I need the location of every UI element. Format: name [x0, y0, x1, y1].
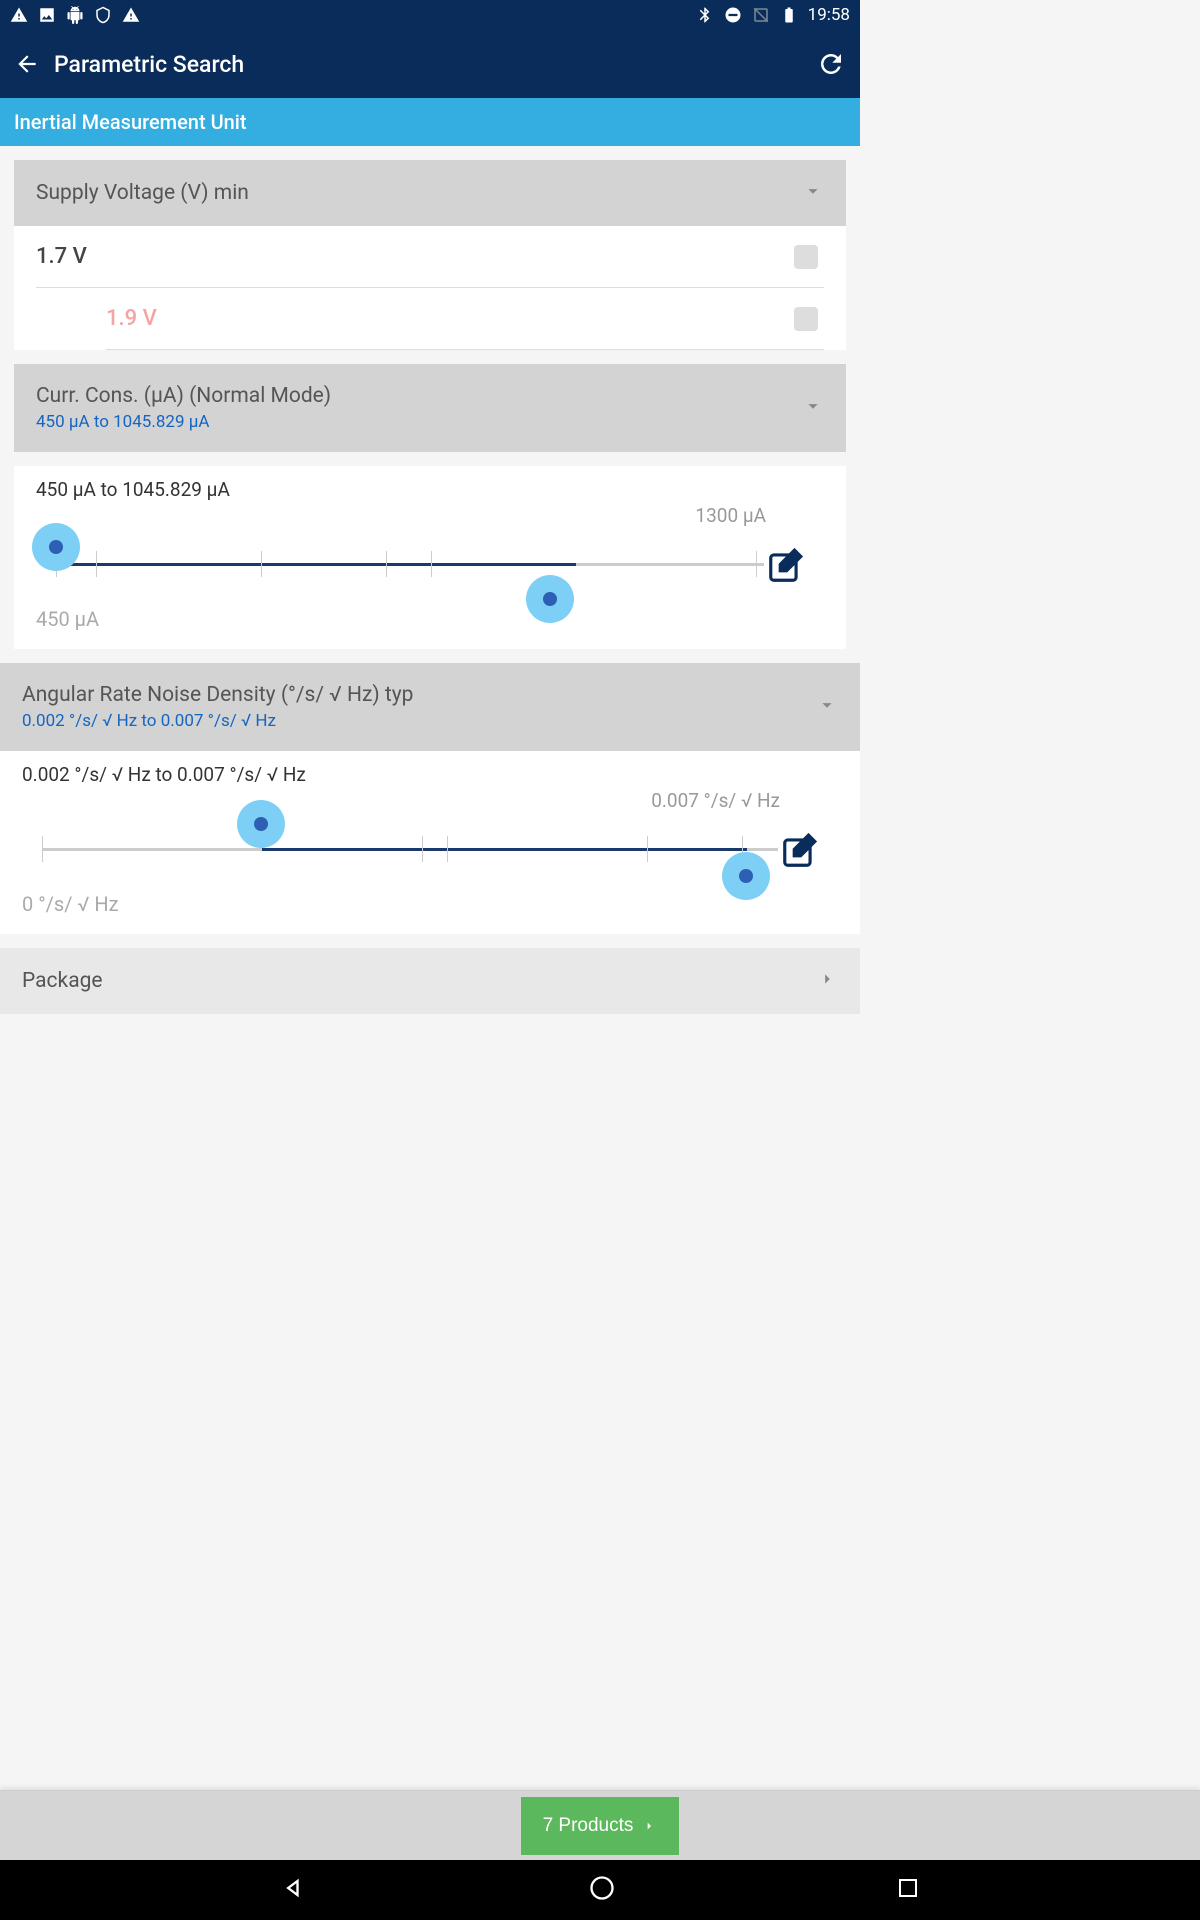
warning-icon [122, 6, 140, 24]
slider-thumb-min[interactable] [32, 523, 80, 571]
checkbox[interactable] [794, 307, 818, 331]
package-header[interactable]: Package [0, 948, 860, 1014]
android-icon [66, 6, 84, 24]
products-label: 7 Products [543, 1815, 634, 1837]
nav-recent-icon[interactable] [896, 1876, 920, 1904]
warning-icon [10, 6, 28, 24]
angular-rate-slider[interactable] [22, 816, 838, 886]
chevron-down-icon [816, 694, 838, 720]
supply-voltage-title: Supply Voltage (V) min [36, 181, 249, 205]
status-time: 19:58 [808, 5, 850, 25]
chevron-down-icon [802, 395, 824, 421]
curr-cons-slider[interactable] [36, 531, 824, 601]
slider-thumb-max[interactable] [722, 852, 770, 900]
shield-icon [94, 6, 112, 24]
nav-back-icon[interactable] [280, 1874, 308, 1906]
nav-bar [0, 1860, 1200, 1920]
chevron-right-icon [816, 968, 838, 994]
back-button[interactable] [14, 51, 40, 77]
curr-cons-min-label: 450 µA [36, 607, 824, 631]
angular-rate-title: Angular Rate Noise Density (°/s/ √ Hz) t… [22, 683, 413, 707]
package-title: Package [22, 969, 103, 993]
image-icon [38, 6, 56, 24]
angular-rate-header[interactable]: Angular Rate Noise Density (°/s/ √ Hz) t… [0, 663, 860, 751]
curr-cons-header[interactable]: Curr. Cons. (µA) (Normal Mode) 450 µA to… [14, 364, 846, 452]
curr-cons-subtitle: 450 µA to 1045.829 µA [36, 412, 331, 432]
checkbox[interactable] [794, 245, 818, 269]
refresh-button[interactable] [816, 49, 846, 79]
curr-cons-max-label: 1300 µA [695, 504, 766, 527]
slider-thumb-min[interactable] [237, 800, 285, 848]
bluetooth-icon [696, 6, 714, 24]
edit-button[interactable] [766, 547, 804, 585]
nav-home-icon[interactable] [588, 1874, 616, 1906]
dnd-icon [724, 6, 742, 24]
supply-voltage-header[interactable]: Supply Voltage (V) min [14, 160, 846, 226]
angular-rate-range-label: 0.002 °/s/ √ Hz to 0.007 °/s/ √ Hz [22, 763, 838, 786]
battery-icon [780, 6, 798, 24]
voltage-label-2: 1.9 V [106, 306, 157, 331]
curr-cons-range-label: 450 µA to 1045.829 µA [36, 478, 824, 501]
chevron-down-icon [802, 180, 824, 206]
app-title: Parametric Search [54, 51, 816, 78]
curr-cons-title: Curr. Cons. (µA) (Normal Mode) [36, 384, 331, 408]
voltage-option-1[interactable]: 1.7 V [36, 226, 824, 288]
edit-button[interactable] [780, 832, 818, 870]
slider-thumb-max[interactable] [526, 575, 574, 623]
category-title: Inertial Measurement Unit [0, 98, 860, 146]
voltage-label-1: 1.7 V [36, 244, 87, 269]
voltage-option-2[interactable]: 1.9 V [106, 288, 824, 350]
angular-rate-max-label: 0.007 °/s/ √ Hz [651, 789, 780, 812]
angular-rate-min-label: 0 °/s/ √ Hz [22, 892, 838, 916]
status-bar: 19:58 [0, 0, 860, 30]
no-sim-icon [752, 6, 770, 24]
app-bar: Parametric Search [0, 30, 860, 98]
angular-rate-subtitle: 0.002 °/s/ √ Hz to 0.007 °/s/ √ Hz [22, 711, 413, 731]
bottom-bar: 7 Products [0, 1790, 1200, 1860]
products-button[interactable]: 7 Products [521, 1797, 680, 1855]
